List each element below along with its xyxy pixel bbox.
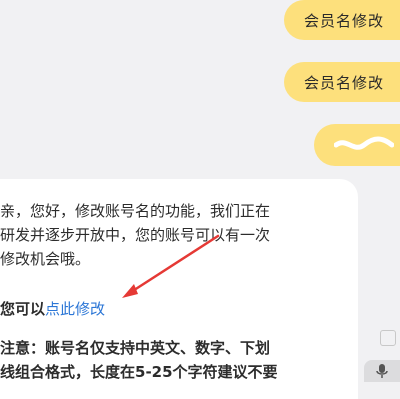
link-prefix-text: 您可以 [0,300,46,318]
notice-line: 线组合格式，长度在5-25个字符建议不要 [0,363,278,381]
chat-area: 会员名修改 会员名修改 亲，您好，修改账号名的功能，我们正在 研发并逐步开放中，… [0,0,400,399]
modify-link-row: 您可以点此修改 [0,298,105,319]
outgoing-message-text: 会员名修改 [304,11,385,30]
voice-input-button[interactable] [364,360,400,382]
notice-line: 注意：账号名仅支持中英文、数字、下划 [0,339,271,357]
reply-line: 亲，您好，修改账号名的功能，我们正在 [0,202,271,220]
outgoing-message-bubble[interactable]: 会员名修改 [284,0,400,40]
outgoing-sticker-bubble[interactable] [314,124,400,166]
modify-link[interactable]: 点此修改 [45,300,105,318]
reply-line: 修改机会哦。 [0,250,91,268]
reply-line: 研发并逐步开放中，您的账号可以有一次 [0,226,271,244]
microphone-icon [376,364,388,378]
outgoing-message-text: 会员名修改 [304,73,385,92]
outgoing-message-bubble[interactable]: 会员名修改 [284,62,400,102]
wave-icon [334,136,394,150]
watermark-logo-icon [380,330,396,346]
watermark [380,330,396,346]
reply-notice-text: 注意：账号名仅支持中英文、数字、下划 线组合格式，长度在5-25个字符建议不要 [0,336,340,384]
reply-intro-text: 亲，您好，修改账号名的功能，我们正在 研发并逐步开放中，您的账号可以有一次 修改… [0,199,340,271]
